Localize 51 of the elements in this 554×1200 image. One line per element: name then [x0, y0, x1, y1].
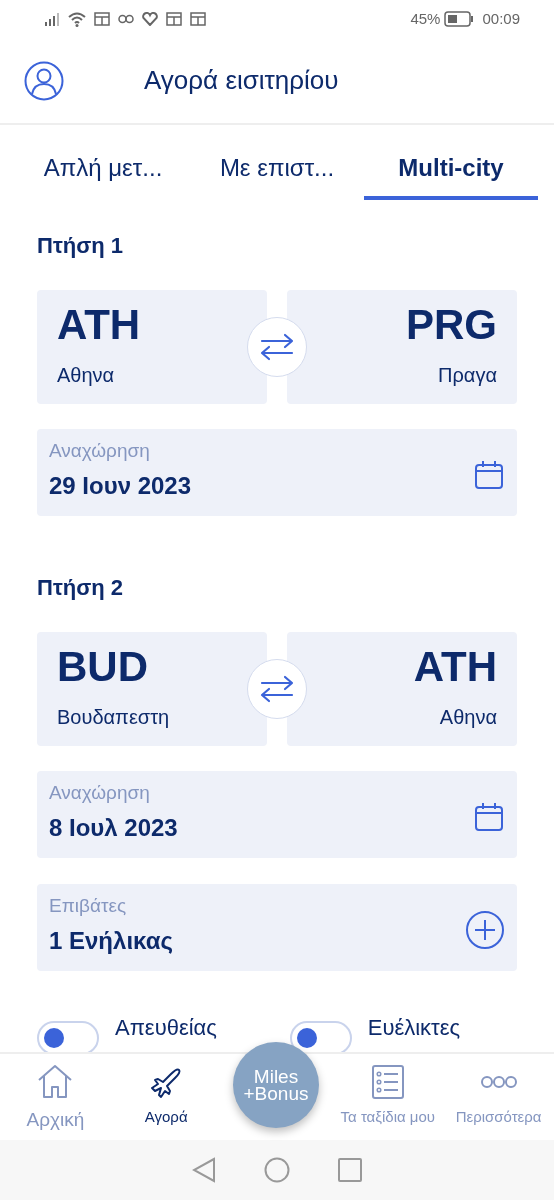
logo-text: +Bonus [243, 1085, 309, 1103]
home-icon[interactable] [264, 1157, 290, 1183]
airport-selector[interactable]: ATH Αθηνα [287, 632, 517, 746]
nav-item[interactable]: Αγορά [110, 1054, 222, 1140]
tab[interactable]: Απλή μετ... [16, 150, 190, 200]
calendar-icon[interactable] [473, 800, 505, 833]
back-icon[interactable] [192, 1157, 216, 1183]
field-label: Επιβάτες [49, 896, 128, 917]
city-name: Βουδαπεστη [57, 705, 171, 731]
tab[interactable]: Multi-city [364, 150, 538, 200]
notification-icon [94, 12, 110, 26]
toggle-label: Ευέλικτες [367, 1014, 461, 1042]
notification-icon [166, 12, 182, 26]
tab[interactable]: Με επιστ... [190, 150, 364, 200]
city-name: Αθηνα [57, 363, 116, 389]
city-name: Αθηνα [438, 705, 497, 731]
toggle-label: Απευθείας [115, 1014, 217, 1042]
swap-icon [259, 674, 295, 704]
swap-icon [259, 332, 295, 362]
flight-title: Πτήση 1 [37, 232, 124, 260]
input-field[interactable]: Επιβάτες 1 Ενήλικας [37, 884, 517, 971]
notification-icon [190, 12, 206, 26]
field-label: Αναχώρηση [49, 441, 151, 462]
profile-icon[interactable] [24, 60, 64, 101]
airport-code: ATH [57, 302, 142, 349]
signal-icon [44, 11, 60, 27]
airport-code: ATH [412, 644, 497, 691]
plus-icon[interactable] [465, 909, 505, 950]
field-value: 29 Ιουν 2023 [49, 470, 193, 501]
airport-code: PRG [405, 302, 497, 349]
page-title: Αγορά εισιτηρίου [144, 64, 339, 97]
battery-percent: 45% [410, 8, 441, 29]
airport-selector[interactable]: ATH Αθηνα [37, 290, 267, 404]
battery-icon [444, 11, 475, 27]
input-field[interactable]: Αναχώρηση 29 Ιουν 2023 [37, 429, 517, 516]
airport-selector[interactable]: BUD Βουδαπεστη [37, 632, 267, 746]
wifi-icon [68, 11, 86, 27]
city-name: Πραγα [437, 363, 497, 389]
clock: 00:09 [482, 8, 520, 29]
field-value: 8 Ιουλ 2023 [49, 812, 179, 843]
field-label: Αναχώρηση [49, 783, 151, 804]
logo-text: Miles [253, 1067, 299, 1085]
toggle-switch[interactable] [37, 1021, 99, 1052]
input-field[interactable]: Αναχώρηση 8 Ιουλ 2023 [37, 771, 517, 858]
flight-title: Πτήση 2 [37, 574, 124, 602]
heart-icon [142, 12, 158, 26]
airport-code: BUD [57, 644, 149, 691]
field-value: 1 Ενήλικας [49, 925, 174, 956]
calendar-icon[interactable] [473, 458, 505, 491]
airport-selector[interactable]: PRG Πραγα [287, 290, 517, 404]
recents-icon[interactable] [338, 1158, 362, 1182]
